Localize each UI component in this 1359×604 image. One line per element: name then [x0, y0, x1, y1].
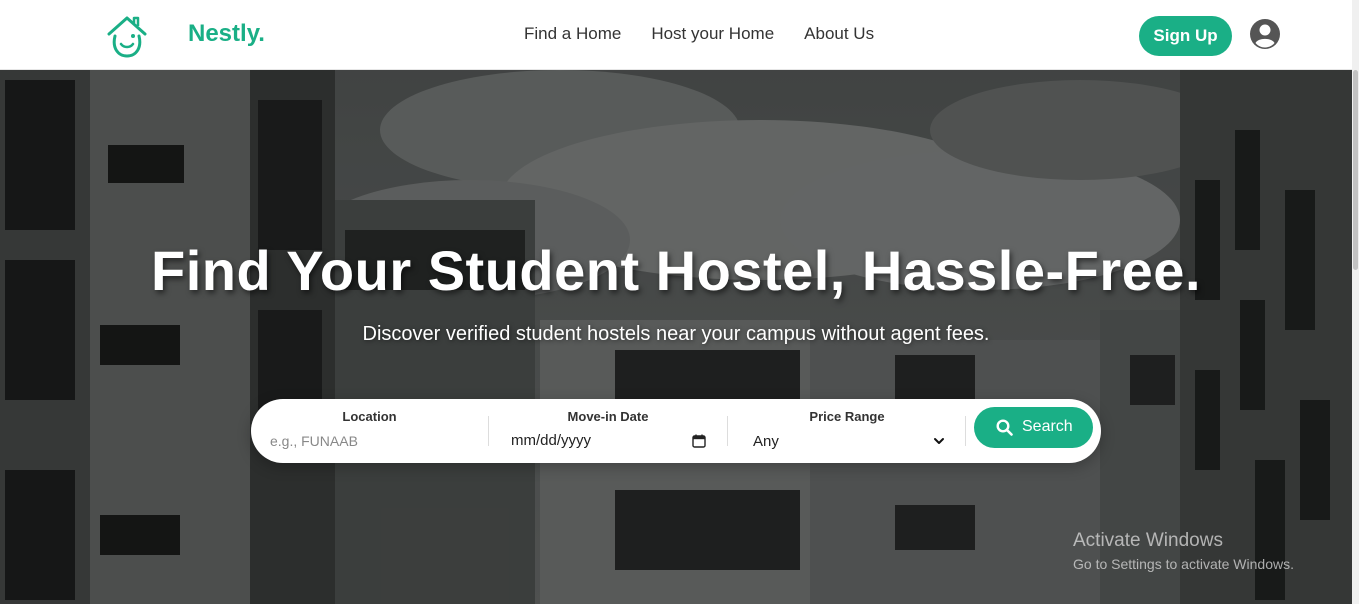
search-button[interactable]: Search	[974, 407, 1093, 448]
hero-title: Find Your Student Hostel, Hassle-Free.	[151, 239, 1201, 302]
hostel-search-bar: Location Move-in Date mm/dd/yyyy Price R…	[251, 399, 1101, 463]
signup-button[interactable]: Sign Up	[1139, 16, 1232, 56]
nav-link-find-home[interactable]: Find a Home	[524, 24, 621, 44]
chevron-down-icon[interactable]	[933, 436, 945, 446]
location-input[interactable]	[270, 431, 480, 451]
nav-link-about-us[interactable]: About Us	[804, 24, 874, 44]
move-in-date-input[interactable]: mm/dd/yyyy	[511, 432, 591, 449]
price-range-label: Price Range	[809, 409, 885, 424]
main-nav: Find a Home Host your Home About Us	[524, 24, 874, 44]
hero-section: Find Your Student Hostel, Hassle-Free. D…	[0, 70, 1352, 604]
move-in-date-field[interactable]: Move-in Date mm/dd/yyyy	[489, 399, 727, 463]
nav-link-host-home[interactable]: Host your Home	[651, 24, 774, 44]
house-logo-icon[interactable]	[104, 14, 150, 60]
brand-name[interactable]: Nestly.	[188, 20, 265, 48]
price-range-select[interactable]: Any	[753, 433, 779, 450]
search-icon	[996, 419, 1013, 436]
top-navbar: Nestly. Find a Home Host your Home About…	[0, 0, 1352, 70]
calendar-icon[interactable]	[692, 434, 706, 448]
search-button-label: Search	[1022, 418, 1073, 435]
location-label: Location	[342, 409, 397, 424]
field-divider	[965, 416, 966, 446]
hero-subtitle: Discover verified student hostels near y…	[362, 323, 990, 345]
price-range-field[interactable]: Price Range Any	[728, 399, 966, 463]
move-in-date-label: Move-in Date	[567, 409, 649, 424]
user-circle-icon[interactable]	[1249, 18, 1281, 50]
location-field: Location	[251, 399, 488, 463]
page-scrollbar-thumb[interactable]	[1353, 70, 1358, 270]
activate-windows-subtitle: Go to Settings to activate Windows.	[1073, 556, 1294, 572]
activate-windows-title: Activate Windows	[1073, 530, 1223, 551]
